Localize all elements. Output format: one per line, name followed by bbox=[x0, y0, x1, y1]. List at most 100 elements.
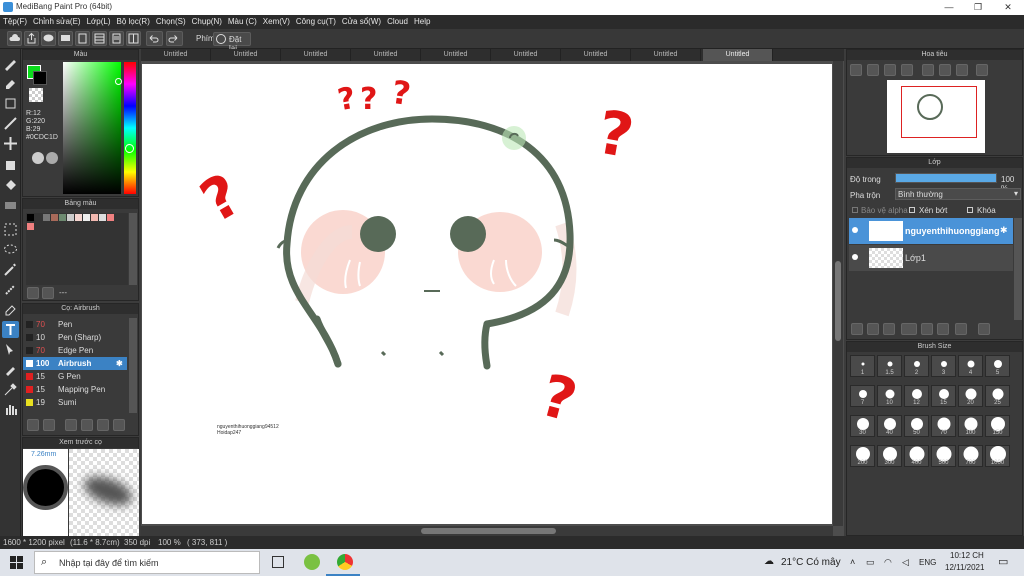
delete-palette-icon[interactable] bbox=[42, 287, 54, 299]
taskbar-search[interactable]: ⌕ Nhập tại đây để tìm kiếm bbox=[34, 551, 260, 574]
palette-swatch[interactable] bbox=[59, 214, 66, 221]
brush-size-option[interactable]: 100 bbox=[958, 415, 983, 437]
brush-size-option[interactable]: 50 bbox=[904, 415, 929, 437]
brush-copy-icon[interactable] bbox=[81, 419, 93, 431]
fit-icon[interactable] bbox=[884, 64, 896, 76]
layer-row-selected[interactable]: nguyenthihuonggiang ✱ bbox=[849, 218, 1013, 244]
brush-duplicate-icon[interactable] bbox=[113, 419, 125, 431]
brush-settings-icon[interactable] bbox=[65, 419, 77, 431]
comment-icon[interactable] bbox=[41, 31, 56, 46]
vertical-scroll-thumb[interactable] bbox=[835, 261, 841, 341]
tab-untitled-2[interactable]: Untitled bbox=[211, 49, 281, 61]
brush-size-option[interactable]: 4 bbox=[958, 355, 983, 377]
volume-icon[interactable]: ◁ bbox=[902, 557, 909, 568]
palette-scrollbar[interactable] bbox=[129, 213, 137, 285]
menu-color[interactable]: Màu (C) bbox=[225, 15, 260, 29]
task-view-icon[interactable] bbox=[272, 556, 284, 568]
rect-tool-icon[interactable] bbox=[2, 95, 19, 112]
rotate-right-icon[interactable] bbox=[956, 64, 968, 76]
cloud-icon[interactable] bbox=[7, 31, 22, 46]
brush-size-option[interactable]: 25 bbox=[985, 385, 1010, 407]
brush-scrollbar[interactable] bbox=[129, 318, 137, 413]
horizontal-scroll-thumb[interactable] bbox=[421, 528, 556, 534]
maximize-button[interactable]: ❐ bbox=[963, 0, 993, 15]
settings-gear-icon[interactable]: ✱ bbox=[116, 357, 123, 370]
brush-tool-icon[interactable] bbox=[2, 55, 19, 72]
layout-icon[interactable] bbox=[126, 31, 141, 46]
palette-swatch[interactable] bbox=[67, 214, 74, 221]
operation-tool-icon[interactable] bbox=[2, 341, 19, 358]
palette-swatch[interactable] bbox=[43, 214, 50, 221]
tab-untitled-5[interactable]: Untitled bbox=[421, 49, 491, 61]
drawing-canvas[interactable]: ? ? ? ? ? ? nguyenthihuonggiang94512 Hoi… bbox=[142, 64, 832, 524]
menu-help[interactable]: Help bbox=[411, 15, 433, 29]
brush-size-option[interactable]: 1 bbox=[850, 355, 875, 377]
menu-tools[interactable]: Công cụ(T) bbox=[293, 15, 339, 29]
duplicate-layer-icon[interactable] bbox=[937, 323, 949, 335]
rotate-left-icon[interactable] bbox=[922, 64, 934, 76]
lock-checkbox[interactable] bbox=[967, 207, 973, 213]
palette-name-input[interactable]: --- bbox=[59, 288, 67, 297]
gradient-tool-icon[interactable] bbox=[2, 197, 19, 214]
brush-size-option[interactable]: 300 bbox=[877, 445, 902, 467]
brush-size-option[interactable]: 400 bbox=[904, 445, 929, 467]
undo-icon[interactable] bbox=[146, 31, 163, 46]
navigator-thumbnail[interactable] bbox=[887, 80, 985, 153]
brush-item-pen[interactable]: 70 Pen bbox=[23, 318, 127, 331]
close-button[interactable]: ✕ bbox=[993, 0, 1023, 15]
eraser-tool-icon[interactable] bbox=[2, 75, 19, 92]
actual-size-icon[interactable] bbox=[901, 64, 913, 76]
merge-layer-icon[interactable] bbox=[955, 323, 967, 335]
page-icon[interactable] bbox=[75, 31, 90, 46]
menu-cloud[interactable]: Cloud bbox=[384, 15, 411, 29]
select-rect-icon[interactable] bbox=[2, 221, 19, 238]
menu-file[interactable]: Tệp(F) bbox=[0, 15, 30, 29]
pen-tool-icon[interactable] bbox=[2, 361, 19, 378]
select-eraser-icon[interactable] bbox=[2, 301, 19, 318]
brush-size-option[interactable]: 700 bbox=[958, 445, 983, 467]
tab-untitled-3[interactable]: Untitled bbox=[281, 49, 351, 61]
new-halftone-layer-icon[interactable] bbox=[867, 323, 879, 335]
brush-size-option[interactable]: 70 bbox=[931, 415, 956, 437]
brush-item-g-pen[interactable]: 15 G Pen bbox=[23, 370, 127, 383]
brush-item-pen-sharp[interactable]: 10 Pen (Sharp) bbox=[23, 331, 127, 344]
brush-item-mapping-pen[interactable]: 15 Mapping Pen bbox=[23, 383, 127, 396]
app-icon-green[interactable] bbox=[304, 554, 320, 570]
tab-untitled-6[interactable]: Untitled bbox=[491, 49, 561, 61]
hue-slider[interactable] bbox=[124, 62, 136, 194]
palette-swatch[interactable] bbox=[83, 214, 90, 221]
new-palette-icon[interactable] bbox=[27, 287, 39, 299]
brush-size-option[interactable]: 7 bbox=[850, 385, 875, 407]
brush-item-edge-pen[interactable]: 70 Edge Pen bbox=[23, 344, 127, 357]
battery-icon[interactable]: ▭ bbox=[866, 557, 875, 568]
hand-tool-icon[interactable] bbox=[2, 401, 19, 418]
weather-text[interactable]: 21°C Có mây bbox=[781, 557, 841, 568]
brush-size-option[interactable]: 20 bbox=[958, 385, 983, 407]
layer-type-dropdown-icon[interactable] bbox=[901, 323, 917, 335]
menu-select[interactable]: Chọn(S) bbox=[153, 15, 189, 29]
vertical-scrollbar[interactable] bbox=[833, 61, 843, 526]
fill-rect-tool-icon[interactable] bbox=[2, 157, 19, 174]
layer-settings-gear-icon[interactable]: ✱ bbox=[1000, 225, 1008, 236]
move-tool-icon[interactable] bbox=[2, 135, 19, 152]
brush-size-option[interactable]: 150 bbox=[985, 415, 1010, 437]
minimize-button[interactable]: — bbox=[934, 0, 964, 15]
palette-swatch[interactable] bbox=[91, 214, 98, 221]
brush-size-option[interactable]: 1.5 bbox=[877, 355, 902, 377]
brush-item-sumi[interactable]: 19 Sumi bbox=[23, 396, 127, 409]
eyedropper-icon[interactable] bbox=[2, 381, 19, 398]
clock-date[interactable]: 12/11/2021 bbox=[945, 563, 984, 572]
new-layer-icon[interactable] bbox=[851, 323, 863, 335]
delete-layer-icon[interactable] bbox=[978, 323, 990, 335]
brush-size-option[interactable]: 1000 bbox=[985, 445, 1010, 467]
palette-swatch[interactable] bbox=[107, 214, 114, 221]
layer-row[interactable]: Lớp1 bbox=[849, 245, 1013, 271]
notification-icon[interactable]: ▭ bbox=[998, 555, 1008, 568]
doc-icon[interactable] bbox=[109, 31, 124, 46]
brush-size-option[interactable]: 500 bbox=[931, 445, 956, 467]
palette-swatch[interactable] bbox=[51, 214, 58, 221]
brush-size-option[interactable]: 200 bbox=[850, 445, 875, 467]
language-indicator[interactable]: ENG bbox=[919, 558, 936, 567]
select-pen-icon[interactable] bbox=[2, 281, 19, 298]
menu-edit[interactable]: Chỉnh sửa(E) bbox=[30, 15, 84, 29]
